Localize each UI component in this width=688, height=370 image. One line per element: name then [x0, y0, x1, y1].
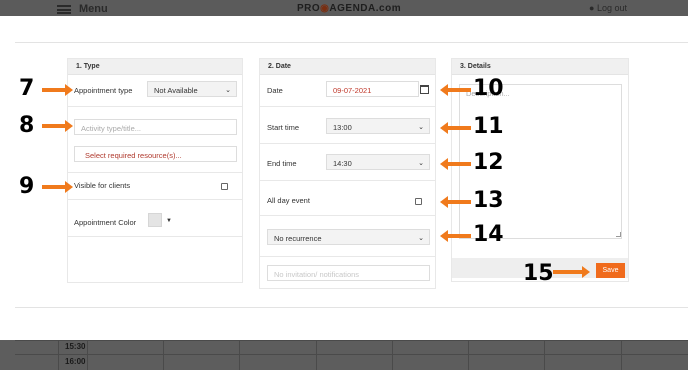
arrow-left-icon — [440, 230, 471, 242]
all-day-checkbox[interactable] — [415, 198, 422, 205]
calendar-grid: 15:30 16:00 — [15, 340, 688, 370]
annotation-number: 8 — [19, 113, 35, 138]
menu-button[interactable]: Menu — [57, 3, 108, 15]
chevron-down-icon: ⌄ — [418, 235, 424, 242]
arrow-right-icon — [42, 181, 73, 193]
hamburger-icon — [57, 4, 71, 14]
end-time-select[interactable]: 14:30 ⌄ — [326, 154, 430, 170]
resize-handle-icon[interactable] — [616, 232, 621, 237]
app-logo: PRO◉AGENDA.com — [297, 3, 402, 14]
all-day-label: All day event — [267, 196, 310, 205]
arrow-left-icon — [440, 158, 471, 170]
arrow-right-icon — [42, 120, 73, 132]
save-button[interactable]: Save — [596, 263, 625, 278]
annotation-number: 11 — [473, 114, 504, 139]
recurrence-select[interactable]: No recurrence ⌄ — [267, 229, 430, 245]
time-slot-label: 16:00 — [65, 357, 86, 366]
calendar-icon[interactable] — [420, 85, 429, 94]
menu-label: Menu — [79, 3, 108, 15]
chevron-down-icon: ⌄ — [418, 160, 424, 167]
start-time-select[interactable]: 13:00 ⌄ — [326, 118, 430, 134]
annotation-number: 14 — [473, 222, 504, 247]
arrow-left-icon — [440, 196, 471, 208]
logout-link[interactable]: ● Log out — [589, 3, 627, 13]
time-slot-label: 15:30 — [65, 342, 86, 351]
details-panel-title: 3. Details — [452, 59, 628, 75]
arrow-left-icon — [440, 122, 471, 134]
arrow-right-icon — [42, 84, 73, 96]
chevron-down-icon: ⌄ — [418, 124, 424, 131]
caret-down-icon[interactable]: ▼ — [166, 218, 172, 224]
annotation-number: 9 — [19, 174, 35, 199]
date-input[interactable]: 09-07-2021 — [326, 81, 419, 97]
visible-for-clients-checkbox[interactable] — [221, 183, 228, 190]
annotation-number: 7 — [19, 76, 35, 101]
date-panel: 2. Date Date 09-07-2021 Start time 13:00… — [259, 58, 436, 289]
appointment-modal: 1. Type Appointment type Not Available ⌄… — [0, 16, 688, 340]
appointment-type-select[interactable]: Not Available ⌄ — [147, 81, 237, 97]
app-header: Menu PRO◉AGENDA.com ● Log out — [0, 0, 688, 16]
notifications-input[interactable]: No invitation/ notifications — [267, 265, 430, 281]
date-panel-title: 2. Date — [260, 59, 435, 75]
select-resources-link[interactable]: Select required resource(s)... — [74, 146, 237, 162]
visible-for-clients-label: Visible for clients — [74, 181, 131, 190]
activity-title-input[interactable]: Activity type/title... — [74, 119, 237, 135]
appointment-type-label: Appointment type — [74, 86, 133, 95]
type-panel-title: 1. Type — [68, 59, 242, 75]
end-time-label: End time — [267, 159, 297, 168]
start-time-label: Start time — [267, 123, 300, 132]
lock-icon: ● — [589, 3, 595, 13]
annotation-number: 15 — [523, 261, 554, 286]
date-label: Date — [267, 86, 283, 95]
annotation-number: 13 — [473, 188, 504, 213]
annotation-number: 12 — [473, 150, 504, 175]
chevron-down-icon: ⌄ — [225, 87, 231, 94]
appointment-color-label: Appointment Color — [74, 218, 137, 227]
color-swatch[interactable] — [148, 213, 162, 227]
type-panel: 1. Type Appointment type Not Available ⌄… — [67, 58, 243, 283]
arrow-right-icon — [553, 266, 590, 278]
annotation-number: 10 — [473, 76, 504, 101]
arrow-left-icon — [440, 84, 471, 96]
